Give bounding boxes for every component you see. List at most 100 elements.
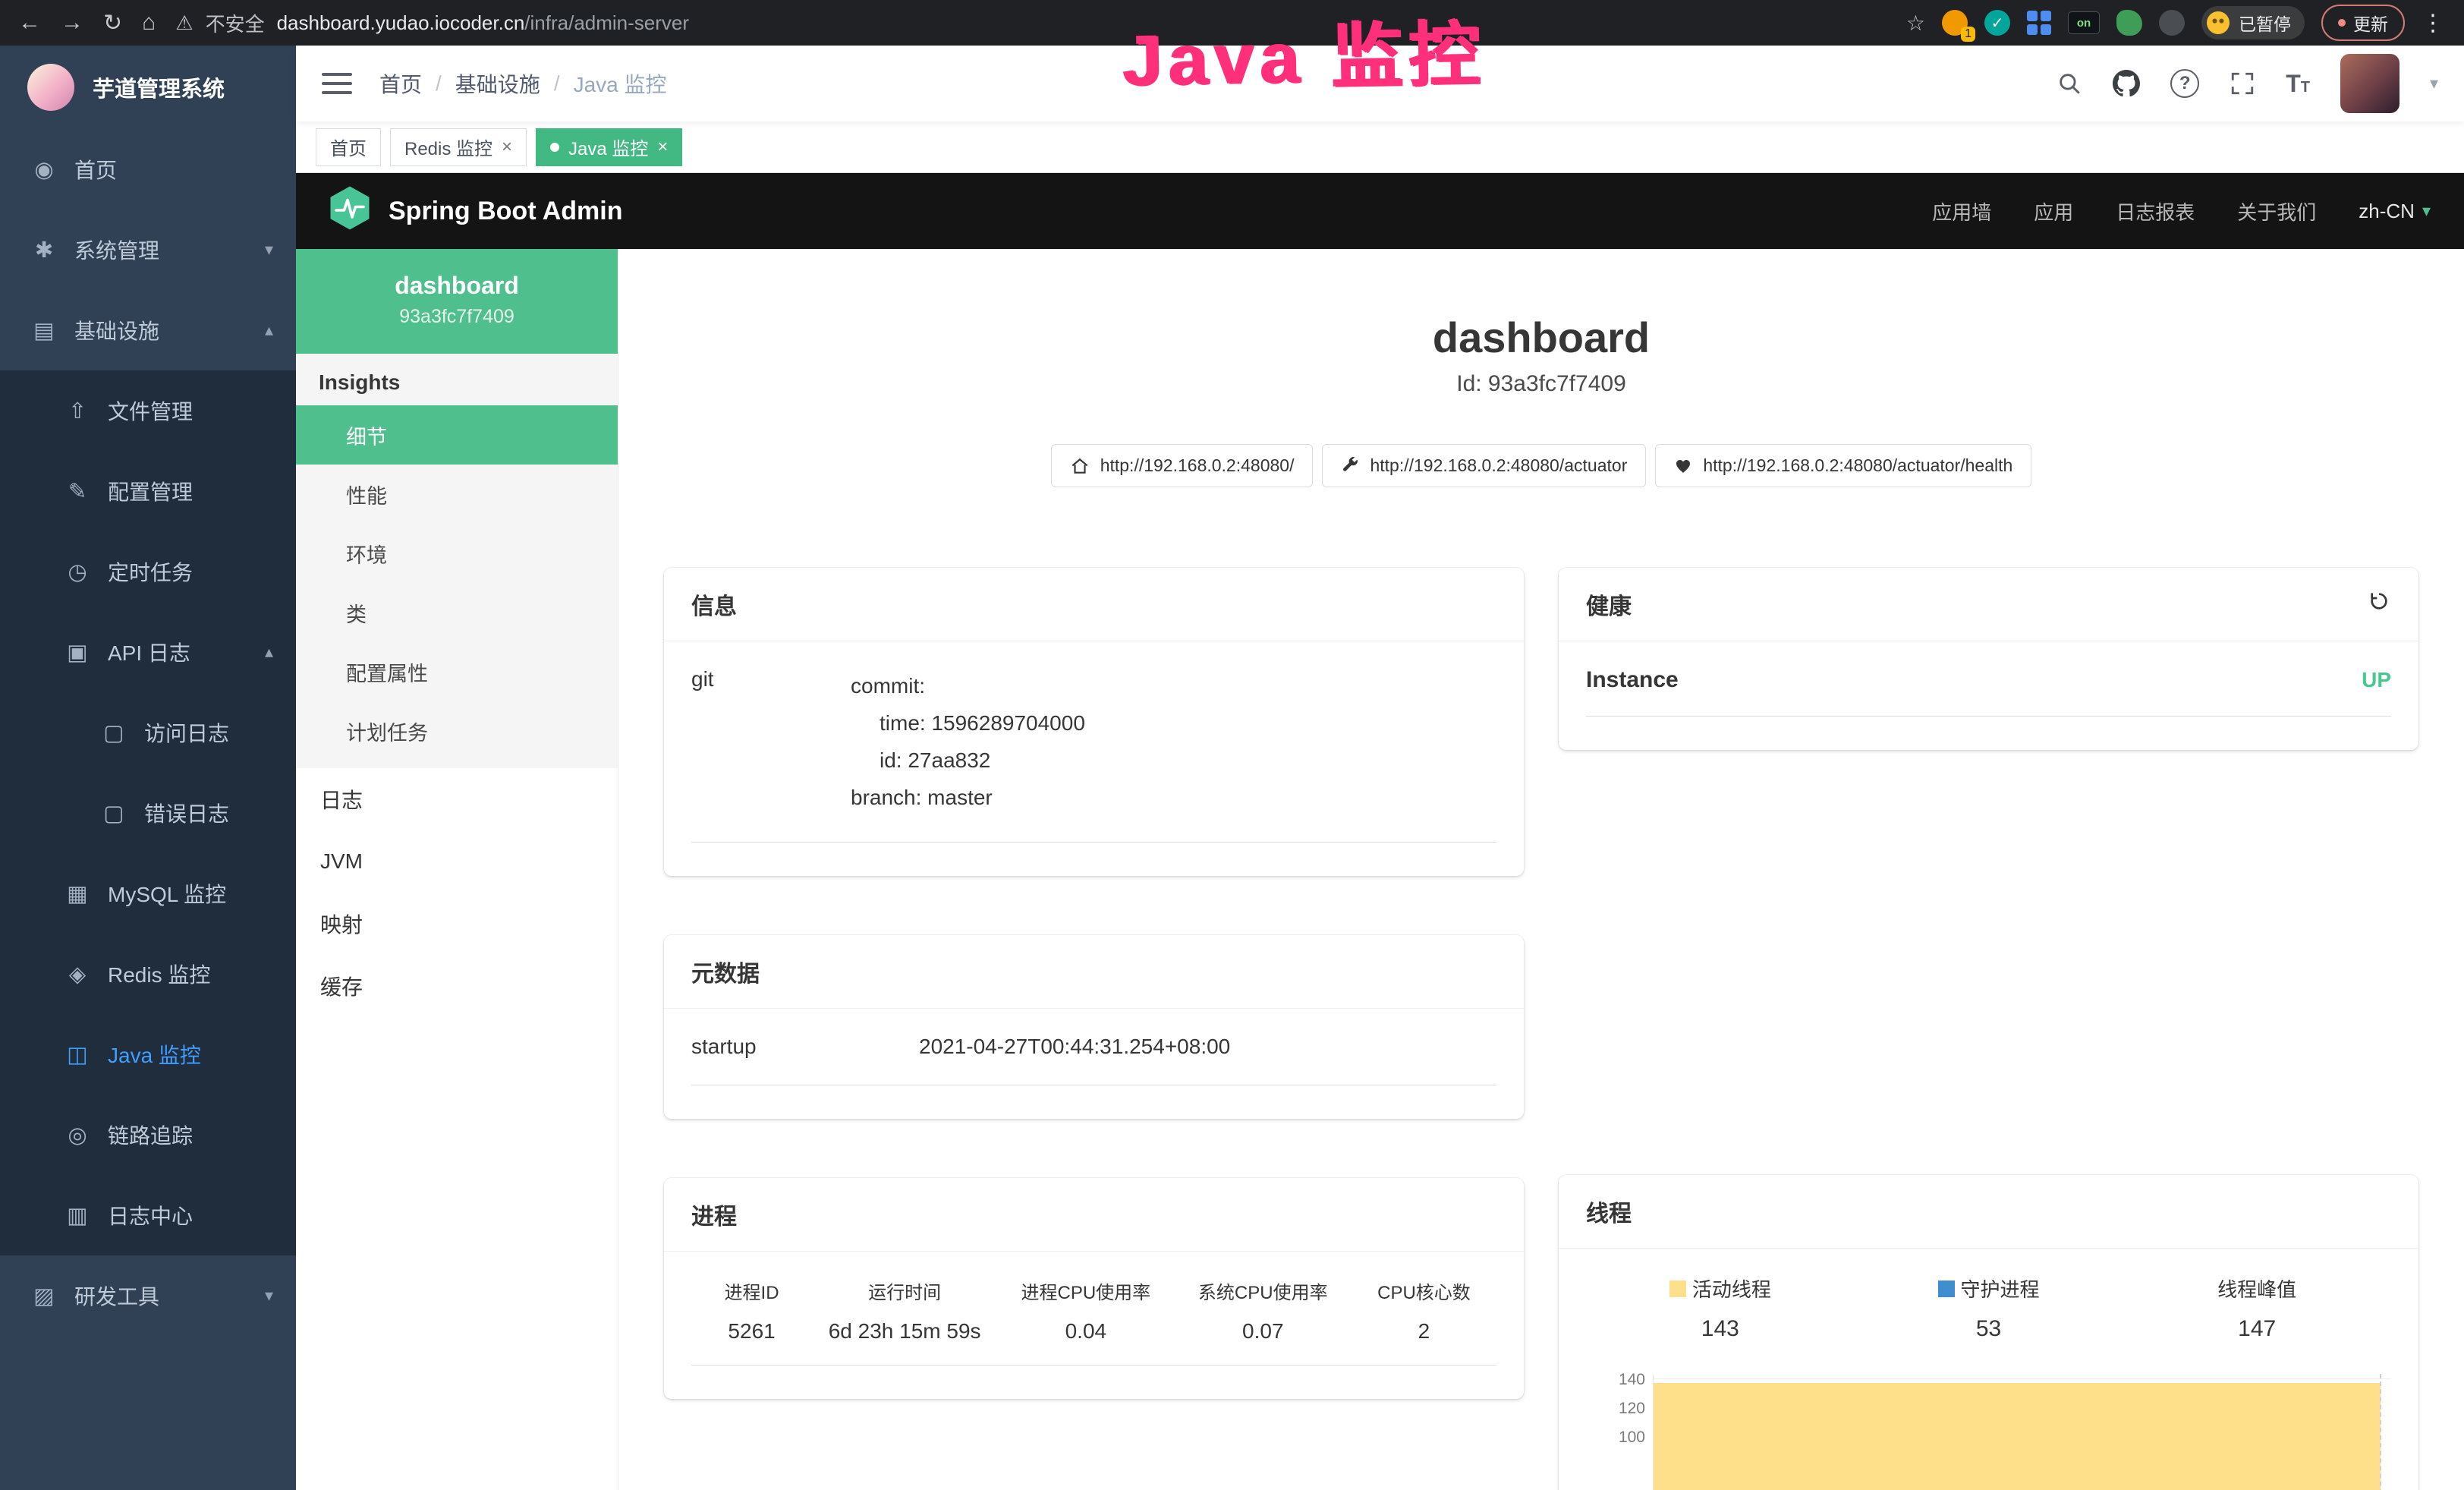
sba-nav-wallboard[interactable]: 应用墙	[1932, 197, 1991, 225]
redis-icon: ◈	[64, 961, 91, 988]
search-icon[interactable]	[2056, 71, 2082, 96]
file-upload-icon: ⇧	[64, 398, 91, 424]
threads-legend: 活动线程 143 守护进程	[1586, 1274, 2391, 1342]
info-card: 信息 git commit: time: 1596289704000 id: 2…	[664, 568, 1524, 876]
github-icon[interactable]	[2113, 70, 2140, 97]
user-avatar[interactable]	[2340, 54, 2399, 113]
address-bar[interactable]: ⚠ 不安全 dashboard.yudao.iocoder.cn/infra/a…	[175, 9, 1887, 37]
sba-nav-applications[interactable]: 应用	[2034, 197, 2073, 225]
sidebar-item-redis-monitor[interactable]: ◈ Redis 监控	[0, 934, 296, 1014]
breadcrumb-infrastructure[interactable]: 基础设施	[455, 68, 540, 99]
browser-menu-icon[interactable]: ⋮	[2422, 10, 2446, 36]
info-card-title: 信息	[664, 568, 1524, 641]
extension-switch-icon[interactable]: on	[2068, 11, 2100, 34]
extension-flame-icon[interactable]: 1	[1942, 10, 1968, 36]
hamburger-icon[interactable]	[322, 73, 352, 94]
sba-menu-environment[interactable]: 环境	[296, 524, 618, 583]
sidebar-item-home[interactable]: ◉ 首页	[0, 129, 296, 209]
sidebar-item-log-center[interactable]: ▥ 日志中心	[0, 1175, 296, 1255]
sidebar-item-infrastructure[interactable]: ▤ 基础设施 ▴	[0, 290, 296, 370]
sidebar-item-error-logs[interactable]: ▢ 错误日志	[0, 773, 296, 853]
reload-icon[interactable]: ↻	[103, 10, 122, 36]
extension-dark-icon[interactable]	[2159, 10, 2185, 36]
sba-menu-logs[interactable]: 日志	[296, 768, 618, 830]
not-secure-icon: ⚠	[175, 11, 193, 35]
sidebar-item-scheduled-jobs[interactable]: ◷ 定时任务	[0, 531, 296, 612]
health-instance-row[interactable]: Instance UP	[1586, 667, 2391, 717]
extension-leaf-icon[interactable]	[2116, 10, 2142, 36]
logo-avatar	[27, 64, 74, 111]
metadata-card-title: 元数据	[664, 935, 1524, 1009]
health-url-link[interactable]: http://192.168.0.2:48080/actuator/health	[1655, 444, 2031, 487]
sba-brand[interactable]: Spring Boot Admin	[329, 185, 622, 238]
tab-home[interactable]: 首页	[316, 128, 381, 166]
extension-grid-icon[interactable]	[2027, 11, 2051, 35]
sidebar-item-system[interactable]: ✱ 系统管理 ▾	[0, 209, 296, 290]
spring-boot-admin: Spring Boot Admin 应用墙 应用 日志报表 关于我们 zh-CN…	[296, 173, 2464, 1490]
service-url-link[interactable]: http://192.168.0.2:48080/	[1051, 444, 1314, 487]
main-column: 首页 / 基础设施 / Java 监控 ?	[296, 46, 2464, 1490]
sba-sidebar: dashboard 93a3fc7f7409 Insights 细节 性能 环境…	[296, 249, 618, 1490]
extension-badge: 1	[1961, 27, 1975, 42]
app-logo[interactable]: 芋道管理系统	[0, 46, 296, 129]
instance-links: http://192.168.0.2:48080/ http://192.168…	[618, 444, 2464, 487]
sba-instance-id: 93a3fc7f7409	[311, 306, 603, 328]
legend-live-threads: 活动线程	[1586, 1274, 1855, 1303]
chevron-up-icon: ▴	[265, 642, 273, 662]
health-card-title: 健康	[1586, 587, 1632, 621]
bookmark-star-icon[interactable]: ☆	[1906, 11, 1925, 36]
sba-menu-classes[interactable]: 类	[296, 583, 618, 642]
daemon-threads-value: 53	[1855, 1316, 2123, 1342]
instance-id-subtitle: Id: 93a3fc7f7409	[618, 371, 2464, 397]
close-icon[interactable]: ×	[502, 137, 512, 158]
process-card-title: 进程	[664, 1178, 1524, 1252]
font-size-icon[interactable]: TT	[2286, 70, 2310, 98]
sba-menu-jvm[interactable]: JVM	[296, 830, 618, 893]
update-button[interactable]: 更新	[2321, 5, 2405, 41]
extension-check-icon[interactable]: ✓	[1984, 10, 2010, 36]
screen: ← → ↻ ⌂ ⚠ 不安全 dashboard.yudao.iocoder.cn…	[0, 0, 2464, 1490]
cards-grid: 信息 git commit: time: 1596289704000 id: 2…	[618, 568, 2464, 1490]
access-log-icon: ▢	[100, 720, 127, 746]
close-icon[interactable]: ×	[657, 137, 668, 158]
sidebar-item-file-management[interactable]: ⇧ 文件管理	[0, 370, 296, 451]
sidebar-item-mysql-monitor[interactable]: ▦ MySQL 监控	[0, 853, 296, 934]
avatar-caret-icon[interactable]: ▾	[2430, 74, 2438, 93]
tab-java-monitor[interactable]: Java 监控 ×	[536, 128, 682, 166]
sidebar-item-java-monitor[interactable]: ◫ Java 监控	[0, 1014, 296, 1095]
sba-nav-journal[interactable]: 日志报表	[2116, 197, 2195, 225]
sba-instance-block[interactable]: dashboard 93a3fc7f7409	[296, 249, 618, 354]
sba-menu-config-props[interactable]: 配置属性	[296, 642, 618, 701]
admin-sidebar: 芋道管理系统 ◉ 首页 ✱ 系统管理 ▾ ▤ 基础设施 ▴ ⇧ 文件管理	[0, 46, 296, 1490]
sidebar-item-access-logs[interactable]: ▢ 访问日志	[0, 692, 296, 773]
sba-language-select[interactable]: zh-CN ▾	[2359, 200, 2431, 223]
sba-menu-scheduled-tasks[interactable]: 计划任务	[296, 701, 618, 761]
sba-menu-caches[interactable]: 缓存	[296, 955, 618, 1017]
sidebar-item-config-management[interactable]: ✎ 配置管理	[0, 451, 296, 531]
fullscreen-icon[interactable]	[2230, 71, 2255, 96]
sba-menu-details[interactable]: 细节	[296, 405, 618, 465]
dashboard-icon: ◉	[30, 156, 58, 183]
live-threads-value: 143	[1586, 1316, 1855, 1342]
sidebar-item-dev-tools[interactable]: ▨ 研发工具 ▾	[0, 1255, 296, 1336]
sba-menu-metrics[interactable]: 性能	[296, 465, 618, 524]
sidebar-item-tracing[interactable]: ◎ 链路追踪	[0, 1095, 296, 1175]
sba-menu-group-insights[interactable]: Insights	[296, 354, 618, 405]
tab-redis-monitor[interactable]: Redis 监控 ×	[390, 128, 527, 166]
sba-menu-mappings[interactable]: 映射	[296, 893, 618, 955]
chart-plot-area	[1653, 1374, 2391, 1490]
actuator-url-link[interactable]: http://192.168.0.2:48080/actuator	[1322, 444, 1646, 487]
back-icon[interactable]: ←	[18, 10, 41, 36]
heart-icon	[1674, 457, 1692, 475]
sidebar-item-api-logs[interactable]: ▣ API 日志 ▴	[0, 612, 296, 692]
browser-home-icon[interactable]: ⌂	[142, 10, 156, 36]
breadcrumb: 首页 / 基础设施 / Java 监控	[379, 68, 667, 99]
breadcrumb-home[interactable]: 首页	[379, 68, 422, 99]
update-dot-icon	[2338, 19, 2346, 27]
forward-icon[interactable]: →	[61, 10, 83, 36]
sba-nav-about[interactable]: 关于我们	[2237, 197, 2316, 225]
history-icon[interactable]	[2367, 589, 2391, 619]
help-icon[interactable]: ?	[2170, 69, 2199, 98]
profile-chip[interactable]: 已暂停	[2201, 6, 2305, 39]
metadata-row: startup 2021-04-27T00:44:31.254+08:00	[691, 1035, 1496, 1085]
